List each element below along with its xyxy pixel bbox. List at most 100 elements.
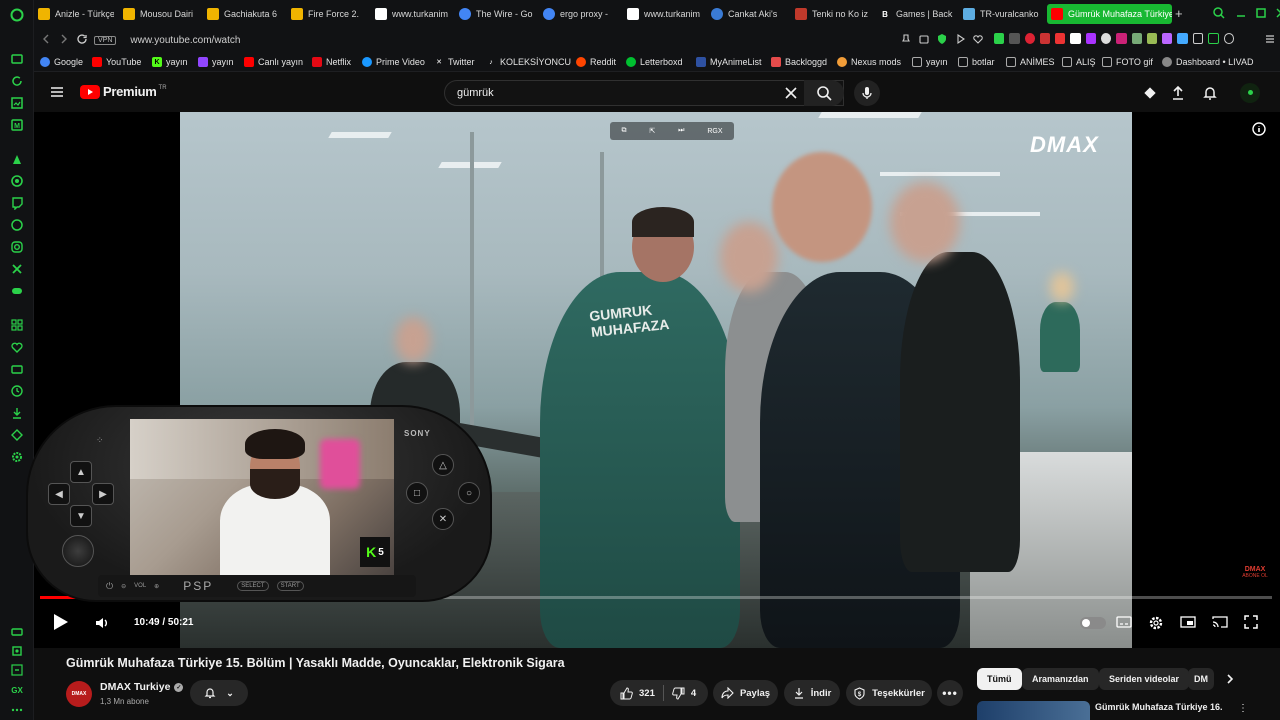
hamburger-menu-icon[interactable] — [50, 85, 64, 99]
extension-icon[interactable] — [1177, 33, 1188, 44]
whatsapp-icon[interactable] — [7, 215, 27, 235]
bookmark-folder-yayin[interactable]: yayın — [912, 55, 948, 69]
share-box-icon[interactable] — [7, 425, 27, 445]
bookmark-folder-animes[interactable]: ANİMES — [1006, 55, 1055, 69]
settings-gear-icon[interactable] — [7, 447, 27, 467]
opera-gx-logo-icon[interactable] — [7, 5, 27, 25]
miniplayer-icon[interactable] — [1180, 615, 1196, 629]
rgx-button[interactable]: RGX — [707, 128, 722, 135]
bookmark-myanimelist[interactable]: MyAnimeList — [696, 55, 762, 69]
bookmark-letterboxd[interactable]: Letterboxd — [626, 55, 683, 69]
bookmark-dashboard-livad[interactable]: Dashboard • LIVAD — [1162, 55, 1254, 69]
play-in-bar-icon[interactable] — [954, 33, 966, 45]
bookmark-heart-icon[interactable] — [972, 33, 984, 45]
bookmark-google[interactable]: Google — [40, 55, 83, 69]
tab-cankat[interactable]: Cankat Aki's — [707, 4, 787, 24]
channel-watermark[interactable]: DMAX — [1030, 132, 1099, 158]
next-video-title[interactable]: Gümrük Muhafaza Türkiye 16. — [1095, 702, 1230, 712]
forward-icon[interactable] — [58, 33, 70, 45]
downloads-icon[interactable] — [7, 403, 27, 423]
autoplay-toggle[interactable] — [1080, 617, 1106, 629]
thanks-button[interactable]: $ Teşekkürler — [846, 680, 932, 706]
notifications-bell-icon[interactable] — [1202, 85, 1218, 101]
puzzle-extensions-icon[interactable] — [1192, 33, 1204, 44]
tab-the-wire[interactable]: The Wire - Go — [455, 4, 535, 24]
more-actions-button[interactable]: ••• — [937, 680, 963, 706]
extension-icon[interactable] — [1024, 33, 1035, 44]
next-video-thumbnail[interactable] — [977, 701, 1090, 720]
download-button[interactable]: İndir — [784, 680, 840, 706]
extension-icon[interactable] — [1055, 33, 1066, 44]
tab-gachiakuta[interactable]: Gachiakuta 6 — [203, 4, 283, 24]
channel-name-link[interactable]: DMAX Turkiye ✓ — [100, 681, 184, 693]
maximize-icon[interactable] — [1254, 6, 1268, 20]
tab-fire-force[interactable]: Fire Force 2. — [287, 4, 367, 24]
subtitles-icon[interactable] — [1116, 615, 1132, 629]
chip-from-search[interactable]: Aramanızdan — [1022, 668, 1099, 690]
instagram-icon[interactable] — [7, 237, 27, 257]
bookmark-youtube[interactable]: YouTube — [92, 55, 141, 69]
profile-icon[interactable] — [1223, 33, 1234, 44]
extension-icon[interactable] — [1039, 33, 1051, 44]
tab-anizle[interactable]: Anizle - Türkçe — [34, 4, 114, 24]
play-button[interactable] — [50, 612, 70, 632]
extension-icon[interactable] — [1146, 33, 1158, 44]
vpn-badge[interactable]: VPN — [94, 35, 117, 45]
search-tabs-icon[interactable] — [1212, 6, 1226, 20]
next-video-more-icon[interactable]: ⋮ — [1238, 703, 1248, 714]
dislike-button[interactable]: 4 — [672, 687, 696, 700]
kick-icon[interactable] — [7, 149, 27, 169]
tab-mousou-dairi[interactable]: Mousou Dairi — [119, 4, 199, 24]
tab-vuralcan[interactable]: TR-vuralcanko — [959, 4, 1039, 24]
heart-icon[interactable] — [7, 337, 27, 357]
menu-lines-icon[interactable] — [1264, 33, 1276, 45]
gx-control-icon[interactable] — [7, 49, 27, 69]
gx-hot-tabs-icon[interactable] — [7, 641, 27, 661]
video-info-icon[interactable] — [1252, 122, 1266, 136]
bookmark-netflix[interactable]: Netflix — [312, 55, 351, 69]
twitch-icon[interactable] — [7, 193, 27, 213]
new-tab-button[interactable]: + — [1175, 6, 1183, 21]
tab-backloggd[interactable]: B Games | Back — [875, 4, 955, 24]
chips-next-chevron-icon[interactable] — [1224, 673, 1236, 685]
search-button[interactable] — [804, 80, 844, 106]
snapshot-icon[interactable] — [918, 33, 930, 45]
share-button[interactable]: Paylaş — [713, 680, 778, 706]
openai-icon[interactable] — [7, 171, 27, 191]
bookmark-reddit[interactable]: Reddit — [576, 55, 616, 69]
upload-share-icon[interactable] — [1170, 85, 1186, 101]
tab-gumruk-active[interactable]: Gümrük Muhafaza Türkiye — [1047, 4, 1172, 24]
gx-chart-icon[interactable] — [7, 93, 27, 113]
tab-ergo-proxy[interactable]: ergo proxy - — [539, 4, 619, 24]
close-window-icon[interactable] — [1274, 6, 1280, 20]
download-bar-icon[interactable] — [1208, 33, 1219, 44]
chip-dmax[interactable]: DM — [1188, 668, 1214, 690]
history-clock-icon[interactable] — [7, 381, 27, 401]
bookmark-nexus-mods[interactable]: Nexus mods — [837, 55, 901, 69]
gx-battery-icon[interactable] — [7, 622, 27, 642]
shield-icon[interactable] — [936, 33, 948, 45]
channel-avatar[interactable]: DMAX — [66, 681, 92, 707]
cast-icon[interactable] — [1212, 615, 1228, 629]
extension-icon[interactable] — [1100, 33, 1112, 44]
extension-icon[interactable] — [1070, 33, 1081, 44]
like-button[interactable]: 321 — [620, 686, 655, 700]
detach-icon[interactable]: ⇱ — [649, 127, 655, 135]
volume-icon[interactable] — [94, 615, 110, 631]
extension-icon[interactable] — [1116, 33, 1127, 44]
bookmark-koleksiyoncu[interactable]: ♪ KOLEKSİYONCU — [486, 55, 571, 69]
extension-icon[interactable] — [994, 33, 1005, 44]
wallet-icon[interactable] — [7, 359, 27, 379]
voice-search-button[interactable] — [854, 80, 880, 106]
gx-corner-icon[interactable]: GX — [7, 680, 27, 700]
extension-icon[interactable] — [1009, 33, 1020, 44]
x-twitter-icon[interactable] — [7, 259, 27, 279]
bookmark-kick[interactable]: Kyayın — [152, 55, 188, 69]
reload-icon[interactable] — [76, 33, 88, 45]
pin-icon[interactable] — [900, 33, 912, 45]
extension-icon[interactable] — [1162, 33, 1173, 44]
extensions-grid-icon[interactable] — [7, 315, 27, 335]
discord-icon[interactable] — [7, 281, 27, 301]
bookmark-prime-video[interactable]: Prime Video — [362, 55, 425, 69]
gx-refresh-icon[interactable] — [7, 71, 27, 91]
